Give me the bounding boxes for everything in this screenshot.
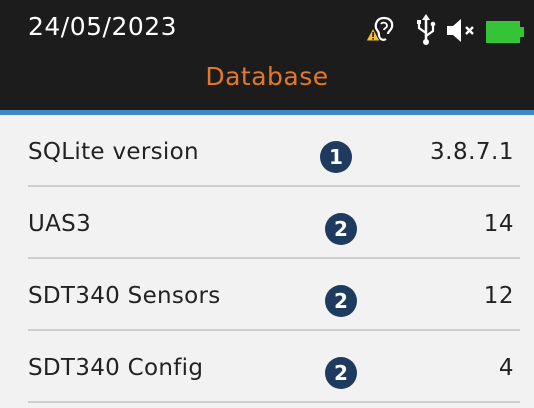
status-icons — [0, 12, 534, 52]
row-label: SDT340 Config — [28, 355, 204, 381]
number-badge: 2 — [325, 213, 357, 245]
row-value: 12 — [483, 283, 514, 309]
row-label: SDT340 Sensors — [28, 283, 221, 309]
list-item-uas3: UAS3 2 14 — [28, 187, 520, 259]
list-item-sqlite-version: SQLite version 1 3.8.7.1 — [28, 115, 520, 187]
page-title: Database — [205, 62, 329, 91]
row-divider — [28, 401, 520, 403]
row-value: 4 — [498, 355, 514, 381]
list-item-sdt340-config: SDT340 Config 2 4 — [28, 331, 520, 403]
battery-icon — [486, 21, 524, 43]
number-badge: 2 — [325, 285, 357, 317]
database-info-list: SQLite version 1 3.8.7.1 UAS3 2 14 SDT34… — [0, 115, 534, 403]
number-badge: 1 — [320, 141, 352, 173]
row-label: UAS3 — [28, 211, 92, 237]
usb-icon — [417, 14, 436, 45]
speaker-muted-icon — [447, 19, 474, 42]
header-bar: 24/05/2023 Database — [0, 0, 534, 110]
warning-hearing-icon — [366, 16, 394, 42]
list-item-sdt340-sensors: SDT340 Sensors 2 12 — [28, 259, 520, 331]
number-badge: 2 — [325, 357, 357, 389]
row-value: 14 — [483, 211, 514, 237]
row-value: 3.8.7.1 — [430, 139, 514, 165]
row-label: SQLite version — [28, 139, 199, 165]
